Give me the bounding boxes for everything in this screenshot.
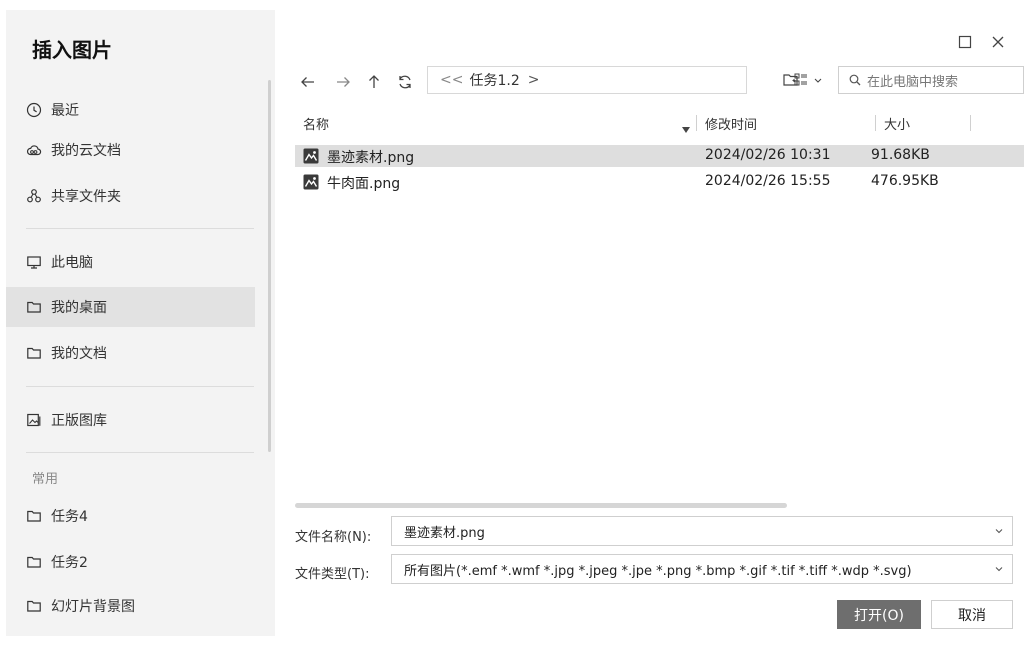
folder-icon: [26, 598, 42, 614]
image-file-icon: [303, 148, 319, 164]
filetype-select[interactable]: 所有图片(*.emf *.wmf *.jpg *.jpeg *.jpe *.pn…: [391, 554, 1013, 584]
forward-button[interactable]: [333, 72, 353, 92]
up-button[interactable]: [364, 72, 384, 92]
file-size: 91.68KB: [871, 147, 930, 163]
column-header-size[interactable]: 大小: [884, 114, 910, 133]
section-label-common: 常用: [32, 472, 59, 487]
sidebar-divider: [26, 386, 254, 387]
refresh-icon: [399, 75, 411, 89]
column-header-modified[interactable]: 修改时间: [705, 114, 757, 133]
path-bar[interactable]: << 任务1.2 >: [427, 66, 747, 94]
sidebar-item-my-desktop[interactable]: 我的桌面: [6, 287, 255, 327]
sidebar-divider: [26, 228, 254, 229]
maximize-icon: [958, 35, 972, 49]
sidebar-item-label: 最近: [51, 103, 79, 119]
sidebar-item-label: 正版图库: [51, 413, 107, 429]
file-row[interactable]: 牛肉面.png 2024/02/26 15:55 476.95KB: [295, 171, 1024, 193]
view-list-icon: [794, 73, 822, 86]
horizontal-scrollbar[interactable]: [295, 503, 787, 508]
search-icon: [849, 74, 861, 86]
sidebar-item-label: 任务2: [51, 555, 88, 571]
search-placeholder: 在此电脑中搜索: [867, 74, 959, 90]
cloud-icon: [26, 142, 42, 158]
filetype-label: 文件类型(T):: [295, 567, 370, 582]
sort-desc-icon: [682, 118, 690, 133]
sidebar-item-label: 我的桌面: [51, 300, 107, 316]
arrow-up-icon: [369, 75, 379, 88]
sidebar-item-label: 此电脑: [51, 255, 93, 271]
chevron-down-icon[interactable]: [994, 564, 1004, 574]
filename-value: 墨迹素材.png: [404, 525, 485, 541]
breadcrumb[interactable]: 任务1.2: [469, 70, 519, 90]
close-button[interactable]: [988, 32, 1008, 52]
search-input[interactable]: 在此电脑中搜索: [838, 66, 1024, 94]
column-header-name[interactable]: 名称: [303, 114, 329, 133]
close-icon: [992, 36, 1004, 48]
sidebar-item-label: 共享文件夹: [51, 189, 121, 205]
sidebar-item-shared-folder[interactable]: 共享文件夹: [6, 176, 255, 216]
sidebar-item-this-pc[interactable]: 此电脑: [6, 242, 255, 282]
path-prefix: <<: [440, 72, 464, 88]
sidebar-item-task4[interactable]: 任务4: [6, 496, 255, 536]
folder-icon: [26, 345, 42, 361]
folder-icon: [26, 554, 42, 570]
file-modified: 2024/02/26 10:31: [705, 147, 831, 163]
image-file-icon: [303, 174, 319, 190]
dialog-title: 插入图片: [32, 38, 112, 62]
share-icon: [26, 188, 42, 204]
sidebar: 插入图片 最近 我的云文档 共享文件夹 此电脑 我的桌面 我的文档 正版图库 常…: [6, 10, 275, 636]
filename-label: 文件名称(N):: [295, 530, 372, 545]
arrow-left-icon: [301, 77, 314, 87]
sidebar-item-my-documents[interactable]: 我的文档: [6, 333, 255, 373]
folder-icon: [26, 508, 42, 524]
column-divider[interactable]: [875, 115, 876, 131]
sidebar-item-recent[interactable]: 最近: [6, 90, 255, 130]
filetype-value: 所有图片(*.emf *.wmf *.jpg *.jpeg *.jpe *.pn…: [404, 563, 912, 579]
maximize-button[interactable]: [955, 32, 975, 52]
sidebar-divider: [26, 452, 254, 453]
sidebar-item-task2[interactable]: 任务2: [6, 542, 255, 582]
sidebar-scrollbar[interactable]: [268, 80, 271, 452]
open-button[interactable]: 打开(O): [837, 600, 921, 629]
computer-icon: [26, 254, 42, 270]
file-size: 476.95KB: [871, 173, 939, 189]
sidebar-item-my-cloud-docs[interactable]: 我的云文档: [6, 130, 255, 170]
sidebar-item-image-library[interactable]: 正版图库: [6, 400, 255, 440]
back-button[interactable]: [298, 72, 318, 92]
refresh-button[interactable]: [395, 72, 415, 92]
column-divider[interactable]: [970, 115, 971, 131]
arrow-right-icon: [337, 77, 350, 87]
column-divider[interactable]: [696, 115, 697, 131]
filename-field[interactable]: 墨迹素材.png: [391, 516, 1013, 546]
file-modified: 2024/02/26 15:55: [705, 173, 831, 189]
clock-icon: [26, 102, 42, 118]
image-library-icon: [26, 412, 42, 428]
path-suffix: >: [527, 72, 540, 88]
sidebar-item-slide-backgrounds[interactable]: 幻灯片背景图: [6, 586, 255, 626]
chevron-down-icon[interactable]: [994, 526, 1004, 536]
folder-icon: [26, 299, 42, 315]
file-name: 牛肉面.png: [327, 176, 401, 192]
view-mode-button[interactable]: [794, 70, 828, 90]
cancel-button[interactable]: 取消: [931, 600, 1013, 629]
file-row[interactable]: 墨迹素材.png 2024/02/26 10:31 91.68KB: [295, 145, 1024, 167]
sidebar-item-label: 幻灯片背景图: [51, 599, 135, 615]
insert-image-dialog: 插入图片 最近 我的云文档 共享文件夹 此电脑 我的桌面 我的文档 正版图库 常…: [0, 0, 1026, 645]
sidebar-item-label: 我的云文档: [51, 143, 121, 159]
file-name: 墨迹素材.png: [327, 150, 415, 166]
sidebar-item-label: 任务4: [51, 509, 88, 525]
sidebar-item-label: 我的文档: [51, 346, 107, 362]
